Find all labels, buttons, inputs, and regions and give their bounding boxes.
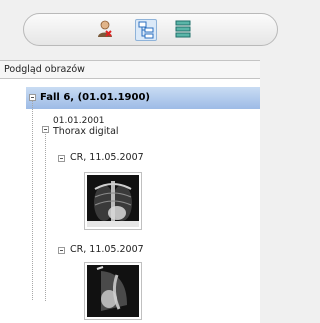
panel-title: Podgląd obrazów (4, 64, 85, 75)
study-description[interactable]: Thorax digital (53, 126, 119, 137)
series-label[interactable]: CR, 11.05.2007 (70, 152, 144, 163)
toolbar (0, 0, 278, 60)
panel-header: Podgląd obrazów (0, 60, 260, 79)
tree-line (32, 101, 33, 301)
patient-label: Fall 6, (01.01.1900) (40, 92, 150, 103)
chest-xray-frontal-thumbnail[interactable] (84, 172, 142, 230)
study-date[interactable]: 01.01.2001 (53, 116, 105, 126)
collapse-study-icon[interactable] (42, 126, 49, 133)
list-view-icon[interactable] (173, 19, 193, 39)
series-label[interactable]: CR, 11.05.2007 (70, 244, 144, 255)
hierarchy-view-icon[interactable] (135, 19, 157, 41)
collapse-series-icon[interactable] (58, 155, 65, 162)
user-icon[interactable] (95, 19, 115, 39)
tree-line (45, 132, 46, 302)
collapse-series-icon[interactable] (58, 247, 65, 254)
chest-xray-lateral-thumbnail[interactable] (84, 262, 142, 320)
collapse-patient-icon[interactable] (29, 94, 36, 101)
